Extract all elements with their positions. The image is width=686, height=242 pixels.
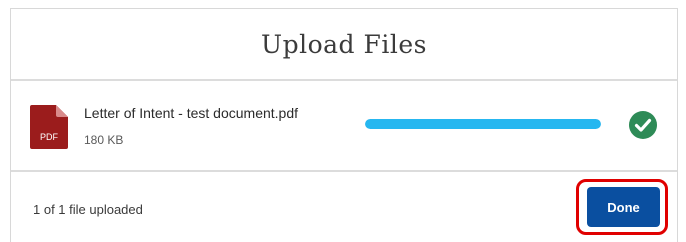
dialog-title: Upload Files: [261, 29, 427, 59]
file-list: PDF Letter of Intent - test document.pdf…: [11, 81, 677, 172]
dialog-footer: 1 of 1 file uploaded Done: [11, 172, 677, 241]
file-size: 180 KB: [84, 133, 124, 147]
upload-progress-bar: [365, 119, 601, 129]
pdf-file-icon: PDF: [30, 105, 68, 149]
done-button[interactable]: Done: [587, 187, 660, 227]
file-name: Letter of Intent - test document.pdf: [84, 105, 299, 121]
check-circle-icon: [629, 111, 657, 139]
dialog-header: Upload Files: [11, 9, 677, 81]
pdf-icon-label: PDF: [40, 132, 59, 142]
upload-status-text: 1 of 1 file uploaded: [33, 202, 143, 217]
upload-progress-fill: [365, 119, 601, 129]
upload-files-dialog: Upload Files PDF Letter of Intent - test…: [10, 8, 678, 242]
